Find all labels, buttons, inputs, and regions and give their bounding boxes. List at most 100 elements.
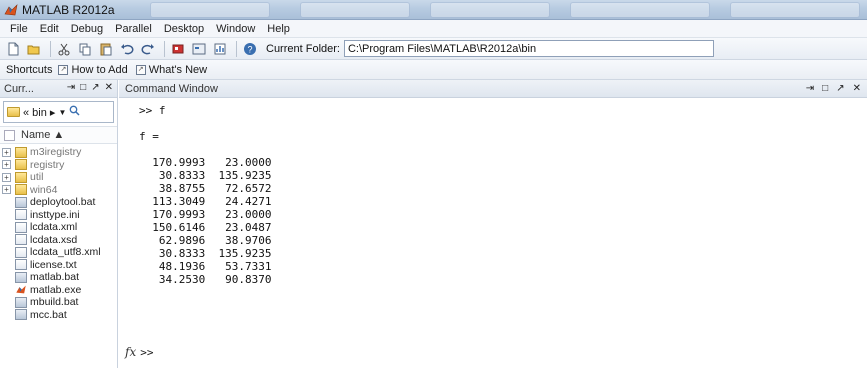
panel-title: Curr...: [4, 82, 34, 95]
new-file-icon[interactable]: [4, 40, 22, 58]
current-folder-input[interactable]: C:\Program Files\MATLAB\R2012a\bin: [343, 40, 714, 57]
file-list-item[interactable]: matlab.bat: [0, 271, 117, 284]
file-name: mbuild.bat: [30, 296, 79, 309]
command-window-controls: ⇥ □ ↗ ✕: [806, 83, 861, 94]
maximize-icon[interactable]: □: [822, 83, 828, 94]
blurred-tab[interactable]: [730, 2, 860, 18]
panel-controls: ⇥ □ ↗ ✕: [67, 82, 113, 93]
shortcuts-bar: Shortcuts ↗ How to Add ↗ What's New: [0, 60, 867, 80]
command-output-line: 62.9896 38.9706: [139, 234, 272, 247]
file-name: lcdata.xml: [30, 221, 78, 234]
maximize-icon[interactable]: □: [80, 82, 86, 93]
matlab-logo-icon: [15, 284, 27, 295]
name-column-header[interactable]: Name ▲: [0, 126, 117, 144]
column-icon: [4, 129, 15, 141]
redo-icon[interactable]: [139, 40, 157, 58]
file-list-item[interactable]: mbuild.bat: [0, 296, 117, 309]
file-list-item[interactable]: + m3iregistry: [0, 146, 117, 159]
file-list-item[interactable]: lcdata_utf8.xml: [0, 246, 117, 259]
fx-icon[interactable]: fx: [125, 345, 136, 359]
shortcut-whats-new[interactable]: ↗ What's New: [135, 63, 208, 76]
breadcrumb-path[interactable]: « bin ▸: [23, 106, 55, 119]
file-list-item[interactable]: + util: [0, 171, 117, 184]
toolbar-separator: [236, 40, 237, 57]
svg-text:?: ?: [247, 44, 252, 54]
shortcut-icon: ↗: [135, 64, 146, 75]
guide-icon[interactable]: [190, 40, 208, 58]
command-output-line: 113.3049 24.4271: [139, 195, 272, 208]
pin-icon[interactable]: ↗: [836, 83, 844, 94]
menu-help[interactable]: Help: [261, 23, 296, 35]
menu-edit[interactable]: Edit: [34, 23, 65, 35]
shortcuts-label[interactable]: Shortcuts: [6, 64, 52, 76]
file-name: matlab.bat: [30, 271, 80, 284]
menu-file[interactable]: File: [4, 23, 34, 35]
command-output-line: 170.9993 23.0000: [139, 208, 272, 221]
command-window[interactable]: Command Window ⇥ □ ↗ ✕ >> f f = 170.9993 …: [119, 80, 867, 368]
undock-icon[interactable]: ⇥: [67, 82, 75, 93]
expand-icon[interactable]: +: [2, 147, 11, 157]
main-toolbar: ? Current Folder: C:\Program Files\MATLA…: [0, 38, 867, 60]
blurred-tab[interactable]: [570, 2, 710, 18]
search-icon[interactable]: [69, 105, 80, 119]
file-name: registry: [30, 158, 65, 171]
expand-icon[interactable]: +: [2, 185, 11, 195]
file-list-item[interactable]: matlab.exe: [0, 284, 117, 297]
file-list-item[interactable]: mcc.bat: [0, 309, 117, 322]
paste-icon[interactable]: [97, 40, 115, 58]
close-icon[interactable]: ✕: [105, 82, 113, 93]
open-icon[interactable]: [25, 40, 43, 58]
cut-icon[interactable]: [55, 40, 73, 58]
expand-icon[interactable]: +: [2, 160, 11, 170]
blurred-tab[interactable]: [430, 2, 550, 18]
shortcut-icon: ↗: [58, 64, 69, 75]
command-output-line: 150.6146 23.0487: [139, 221, 272, 234]
file-list-item[interactable]: lcdata.xsd: [0, 234, 117, 247]
file-list-item[interactable]: license.txt: [0, 259, 117, 272]
file-name: matlab.exe: [30, 283, 82, 296]
simulink-icon[interactable]: [169, 40, 187, 58]
file-list-item[interactable]: lcdata.xml: [0, 221, 117, 234]
profiler-icon[interactable]: [211, 40, 229, 58]
shortcut-how-to-add[interactable]: ↗ How to Add: [58, 63, 128, 76]
command-output-line: [139, 143, 867, 156]
menu-desktop[interactable]: Desktop: [158, 23, 210, 35]
current-folder-panel: Curr... ⇥ □ ↗ ✕ « bin ▸ ▼ Name ▲ + m3ireg…: [0, 80, 118, 368]
folder-icon: [15, 184, 27, 196]
file-name: insttype.ini: [30, 208, 80, 221]
file-list-item[interactable]: insttype.ini: [0, 209, 117, 222]
pin-icon[interactable]: ↗: [91, 82, 99, 93]
current-folder-label: Current Folder:: [266, 42, 340, 55]
menu-debug[interactable]: Debug: [65, 23, 109, 35]
command-prompt[interactable]: fx >>: [125, 345, 153, 359]
title-bar: MATLAB R2012a: [0, 0, 867, 20]
undock-icon[interactable]: ⇥: [806, 83, 814, 94]
blurred-tab[interactable]: [300, 2, 410, 18]
toolbar-separator: [164, 40, 165, 57]
shortcut-label: How to Add: [71, 63, 128, 76]
window-title: MATLAB R2012a: [22, 3, 115, 17]
shortcut-label: What's New: [148, 63, 208, 76]
chevron-down-icon[interactable]: ▼: [58, 108, 66, 117]
command-output-line: f =: [139, 130, 159, 143]
expand-icon[interactable]: +: [2, 172, 11, 182]
file-list-item[interactable]: + win64: [0, 184, 117, 197]
file-list-item[interactable]: + registry: [0, 159, 117, 172]
menu-parallel[interactable]: Parallel: [109, 23, 158, 35]
file-name: m3iregistry: [30, 146, 82, 159]
blurred-tab[interactable]: [150, 2, 270, 18]
help-icon[interactable]: ?: [241, 40, 259, 58]
folder-breadcrumb[interactable]: « bin ▸ ▼: [3, 101, 114, 123]
copy-icon[interactable]: [76, 40, 94, 58]
prompt-symbol: >>: [140, 345, 154, 359]
close-icon[interactable]: ✕: [853, 83, 861, 94]
menu-window[interactable]: Window: [210, 23, 261, 35]
command-output: >> f f = 170.9993 23.0000 30.8333 135.923…: [119, 98, 867, 286]
current-folder-header: Curr... ⇥ □ ↗ ✕: [0, 80, 117, 98]
folder-icon: [15, 146, 27, 158]
file-list-item[interactable]: deploytool.bat: [0, 196, 117, 209]
file-name: lcdata.xsd: [30, 233, 78, 246]
folder-icon: [15, 171, 27, 183]
undo-icon[interactable]: [118, 40, 136, 58]
file-name: lcdata_utf8.xml: [30, 246, 101, 259]
